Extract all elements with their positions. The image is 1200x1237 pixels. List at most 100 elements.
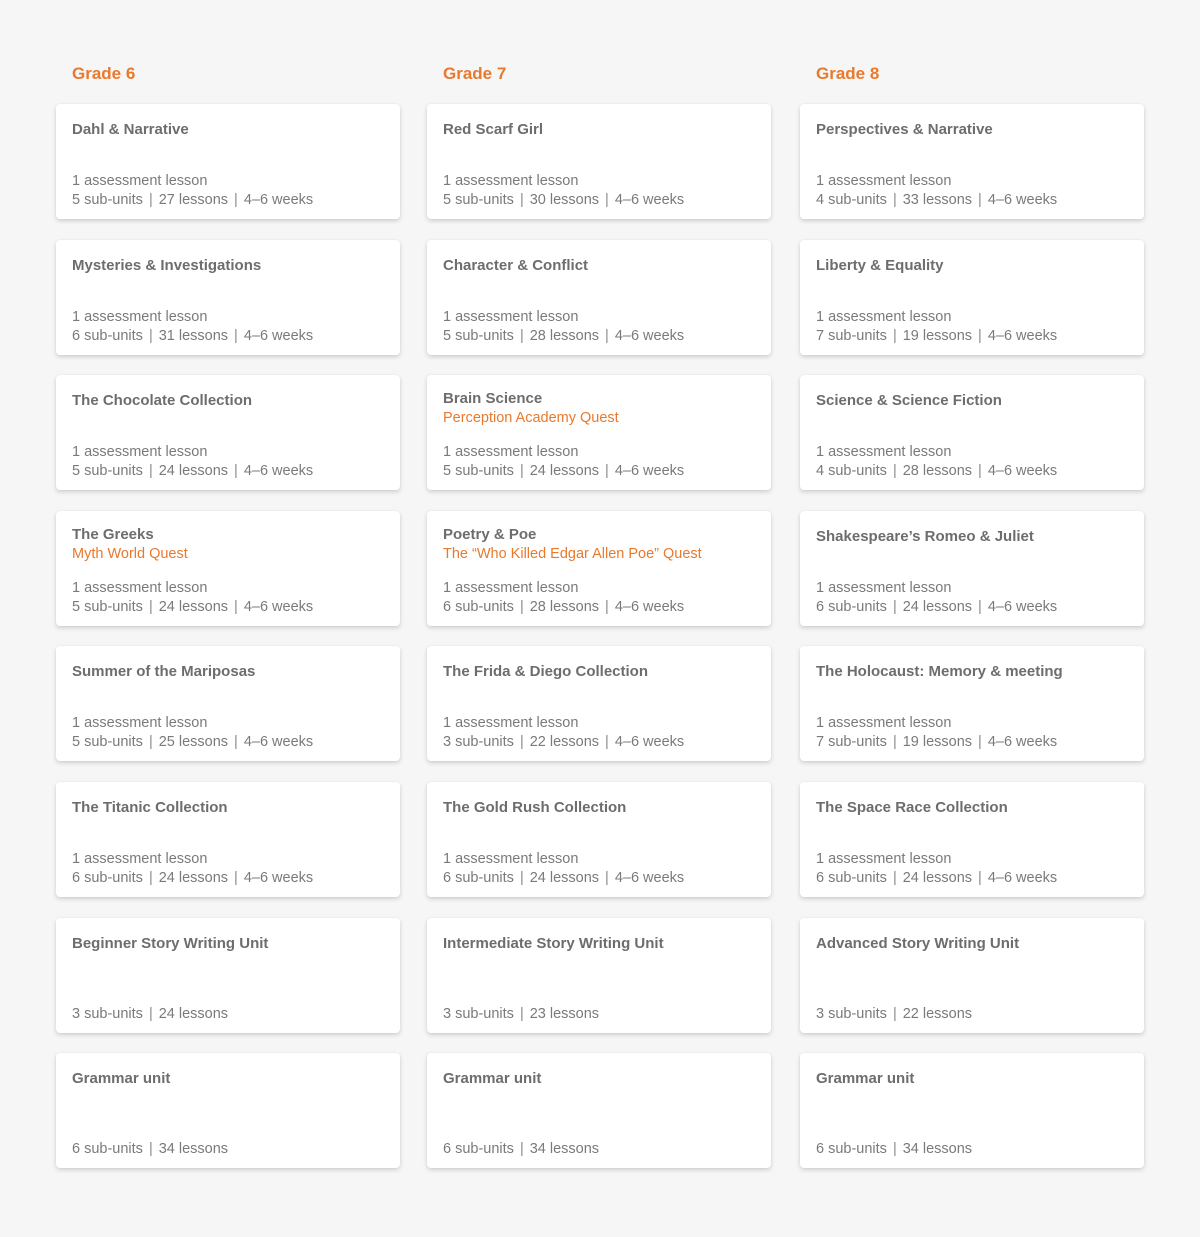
separator: | — [978, 599, 982, 615]
unit-card[interactable]: Advanced Story Writing Unit 3 sub-units | 2… — [800, 918, 1144, 1033]
duration: 4–6 weeks — [243, 734, 314, 750]
unit-meta: 3 sub-units | 24 lessons — [72, 1005, 228, 1024]
separator: | — [519, 1141, 524, 1157]
lesson-count: 31 lessons — [158, 328, 229, 344]
subunit-count: 6 sub-units — [443, 870, 514, 886]
assessment-count: 1 assessment lesson — [443, 309, 579, 325]
unit-card[interactable]: Grammar unit 6 sub-units | 34 lessons — [427, 1053, 771, 1168]
subunit-count: 6 sub-units — [443, 1141, 514, 1157]
unit-meta: 1 assessment lesson 4 sub-units | 33 lesson… — [816, 172, 1057, 210]
lesson-count: 19 lessons — [902, 734, 973, 750]
lesson-count: 24 lessons — [902, 870, 973, 886]
separator: | — [519, 1006, 524, 1022]
unit-meta: 1 assessment lesson 3 sub-units | 22 lesson… — [443, 714, 684, 752]
unit-stats: 5 sub-units | 24 lessons | 4–6 weeks — [72, 462, 313, 481]
unit-meta: 1 assessment lesson 6 sub-units | 24 lesson… — [816, 579, 1057, 617]
unit-card[interactable]: Liberty & Equality 1 assessment lesson 7 s… — [800, 240, 1144, 355]
assessment-count: 1 assessment lesson — [816, 444, 952, 460]
duration: 4–6 weeks — [987, 328, 1058, 344]
unit-card[interactable]: The Chocolate Collection 1 assessment les… — [56, 375, 400, 490]
separator: | — [519, 734, 524, 750]
unit-title: Advanced Story Writing Unit — [816, 935, 1020, 952]
unit-card[interactable]: Intermediate Story Writing Unit 3 sub-uni… — [427, 918, 771, 1033]
separator: | — [605, 870, 609, 886]
separator: | — [519, 192, 524, 208]
unit-card[interactable]: Science & Science Fiction 1 assessment le… — [800, 375, 1144, 490]
unit-card[interactable]: The Greeks Myth World Quest 1 assessment l… — [56, 511, 400, 626]
unit-quest-subtitle: Myth World Quest — [72, 546, 188, 562]
duration: 4–6 weeks — [614, 463, 685, 479]
lesson-count: 34 lessons — [158, 1141, 229, 1157]
unit-card[interactable]: Beginner Story Writing Unit 3 sub-units | 2… — [56, 918, 400, 1033]
unit-meta: 3 sub-units | 22 lessons — [816, 1005, 972, 1024]
unit-stats: 6 sub-units | 24 lessons | 4–6 weeks — [816, 598, 1057, 617]
unit-card[interactable]: Summer of the Mariposas 1 assessment less… — [56, 646, 400, 761]
separator: | — [892, 1141, 897, 1157]
unit-card[interactable]: Dahl & Narrative 1 assessment lesson 5 sub… — [56, 104, 400, 219]
unit-meta: 1 assessment lesson 6 sub-units | 31 lesson… — [72, 308, 313, 346]
duration: 4–6 weeks — [987, 192, 1058, 208]
lesson-count: 24 lessons — [158, 463, 229, 479]
assessment-count: 1 assessment lesson — [816, 851, 952, 867]
subunit-count: 3 sub-units — [443, 734, 514, 750]
unit-stats: 4 sub-units | 33 lessons | 4–6 weeks — [816, 191, 1057, 210]
unit-title: The Chocolate Collection — [72, 392, 253, 409]
lesson-count: 24 lessons — [158, 599, 229, 615]
separator: | — [234, 734, 238, 750]
subunit-count: 3 sub-units — [443, 1006, 514, 1022]
unit-stats: 4 sub-units | 28 lessons | 4–6 weeks — [816, 462, 1057, 481]
grade-heading: Grade 7 — [443, 64, 507, 83]
unit-card[interactable]: Red Scarf Girl 1 assessment lesson 5 sub-u… — [427, 104, 771, 219]
assessment-count: 1 assessment lesson — [443, 851, 579, 867]
unit-meta: 1 assessment lesson 6 sub-units | 24 lesson… — [816, 850, 1057, 888]
unit-title: Red Scarf Girl — [443, 121, 544, 138]
unit-card[interactable]: The Holocaust: Memory & meeting 1 assessm… — [800, 646, 1144, 761]
unit-stats: 5 sub-units | 27 lessons | 4–6 weeks — [72, 191, 313, 210]
separator: | — [892, 1006, 897, 1022]
subunit-count: 7 sub-units — [816, 734, 887, 750]
unit-card[interactable]: The Space Race Collection 1 assessment le… — [800, 782, 1144, 897]
separator: | — [148, 192, 153, 208]
unit-card[interactable]: Character & Conflict 1 assessment lesson 5… — [427, 240, 771, 355]
unit-title: Mysteries & Investigations — [72, 257, 262, 274]
separator: | — [519, 463, 524, 479]
assessment-count: 1 assessment lesson — [72, 173, 208, 189]
assessment-count: 1 assessment lesson — [443, 444, 579, 460]
separator: | — [605, 328, 609, 344]
unit-card[interactable]: Poetry & Poe The “Who Killed Edgar Allen … — [427, 511, 771, 626]
unit-stats: 6 sub-units | 31 lessons | 4–6 weeks — [72, 327, 313, 346]
unit-card[interactable]: Perspectives & Narrative 1 assessment les… — [800, 104, 1144, 219]
unit-meta: 1 assessment lesson 5 sub-units | 28 lesson… — [443, 308, 684, 346]
unit-card[interactable]: Mysteries & Investigations 1 assessment l… — [56, 240, 400, 355]
unit-card[interactable]: The Frida & Diego Collection 1 assessment… — [427, 646, 771, 761]
unit-meta: 1 assessment lesson 5 sub-units | 30 lesson… — [443, 172, 684, 210]
unit-card[interactable]: The Titanic Collection 1 assessment lesso… — [56, 782, 400, 897]
separator: | — [978, 192, 982, 208]
separator: | — [978, 870, 982, 886]
subunit-count: 5 sub-units — [72, 599, 143, 615]
grade-heading: Grade 6 — [72, 64, 136, 83]
duration: 4–6 weeks — [614, 734, 685, 750]
duration: 4–6 weeks — [243, 599, 314, 615]
unit-meta: 1 assessment lesson 5 sub-units | 24 lesson… — [443, 443, 684, 481]
unit-card[interactable]: Grammar unit 6 sub-units | 34 lessons — [56, 1053, 400, 1168]
separator: | — [978, 734, 982, 750]
separator: | — [605, 463, 609, 479]
separator: | — [234, 463, 238, 479]
unit-stats: 3 sub-units | 23 lessons — [443, 1005, 599, 1024]
unit-meta: 1 assessment lesson 4 sub-units | 28 lesson… — [816, 443, 1057, 481]
unit-meta: 1 assessment lesson 6 sub-units | 28 lesson… — [443, 579, 684, 617]
subunit-count: 5 sub-units — [72, 192, 143, 208]
unit-title: Intermediate Story Writing Unit — [443, 935, 664, 952]
lesson-count: 22 lessons — [902, 1006, 973, 1022]
subunit-count: 6 sub-units — [816, 1141, 887, 1157]
unit-card[interactable]: Grammar unit 6 sub-units | 34 lessons — [800, 1053, 1144, 1168]
unit-card[interactable]: Shakespeare’s Romeo & Juliet 1 assessment… — [800, 511, 1144, 626]
unit-card[interactable]: Brain Science Perception Academy Quest 1 a… — [427, 375, 771, 490]
assessment-count: 1 assessment lesson — [443, 580, 579, 596]
unit-card[interactable]: The Gold Rush Collection 1 assessment les… — [427, 782, 771, 897]
separator: | — [234, 328, 238, 344]
unit-meta: 1 assessment lesson 5 sub-units | 25 lesson… — [72, 714, 313, 752]
lesson-count: 27 lessons — [158, 192, 229, 208]
duration: 4–6 weeks — [987, 734, 1058, 750]
